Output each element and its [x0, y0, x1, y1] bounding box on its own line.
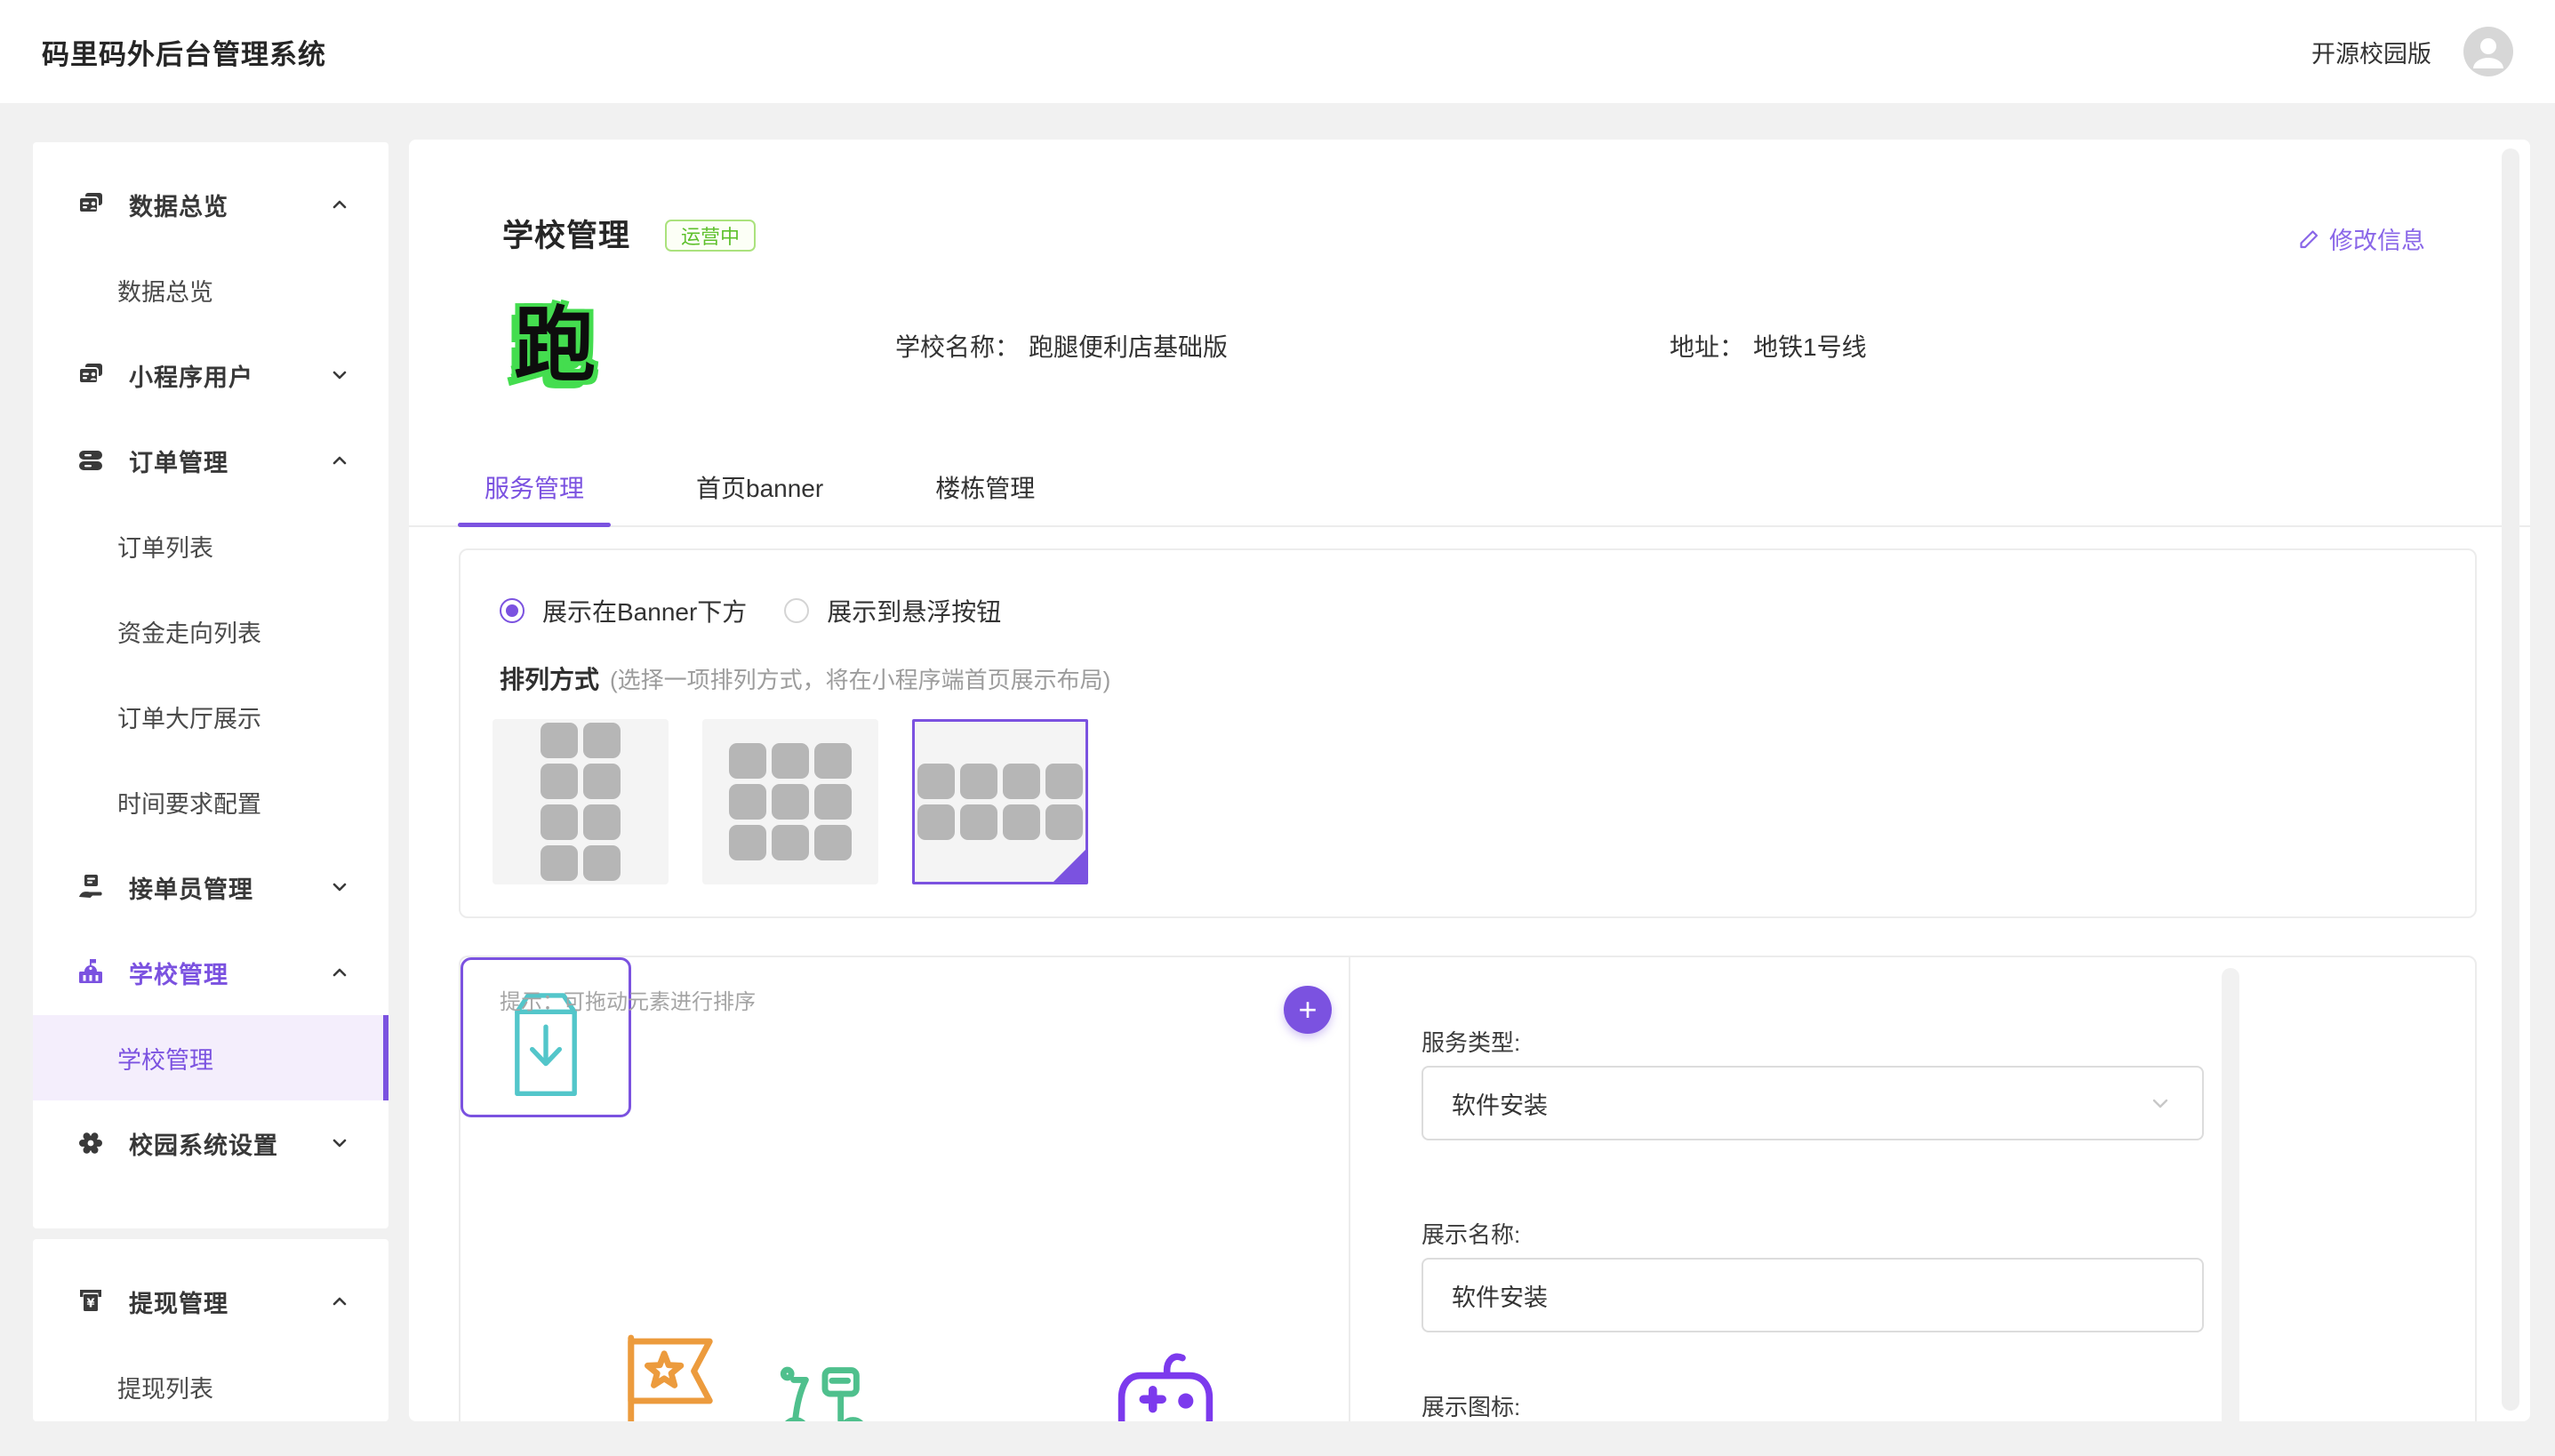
- sidebar-item-label: 小程序用户: [129, 358, 253, 393]
- school-logo: 跑: [514, 301, 596, 391]
- chevron-down-icon: [330, 1133, 349, 1153]
- sidebar-subitem-label: 时间要求配置: [117, 785, 261, 820]
- add-service-button[interactable]: +: [1284, 986, 1332, 1034]
- sidebar-subitem-label: 提现列表: [117, 1370, 213, 1404]
- display-icon-label: 展示图标:: [1422, 1389, 1520, 1421]
- display-mode-radio-group: 展示在Banner下方 展示到悬浮按钮: [500, 593, 1001, 628]
- layout-mode-hint: (选择一项排列方式，将在小程序端首页展示布局): [610, 662, 1110, 695]
- scooter-icon[interactable]: [773, 1348, 875, 1421]
- user-avatar[interactable]: [2463, 27, 2513, 76]
- svg-text:¥: ¥: [86, 1298, 94, 1311]
- selected-service-card[interactable]: [461, 957, 631, 1117]
- tab-bar: 服务管理 首页banner 楼栋管理: [409, 449, 2530, 527]
- sidebar-item-mini-program-users[interactable]: 小程序用户: [33, 332, 388, 418]
- chevron-up-icon: [330, 195, 349, 214]
- radio-floating-button[interactable]: [784, 598, 809, 623]
- sidebar-item-data-overview[interactable]: 数据总览: [33, 162, 388, 247]
- sidebar-item-label: 订单管理: [129, 444, 228, 478]
- page-scrollbar[interactable]: [2502, 148, 2519, 1411]
- flag-icon[interactable]: [619, 1329, 724, 1421]
- layout-option-3col[interactable]: [702, 719, 878, 884]
- sidebar-item-withdraw-management[interactable]: ¥ 提现管理: [33, 1259, 388, 1344]
- sidebar-item-courier-management[interactable]: 接单员管理: [33, 844, 388, 930]
- form-scrollbar[interactable]: [2222, 968, 2239, 1421]
- chevron-up-icon: [330, 963, 349, 982]
- sidebar-subitem-label: 订单大厅展示: [117, 700, 261, 734]
- drag-hint: 提示：可拖动元素进行排序: [500, 984, 756, 1015]
- tab-building-management[interactable]: 楼栋管理: [909, 449, 1061, 525]
- sidebar-subitem-data-overview[interactable]: 数据总览: [33, 247, 388, 332]
- sidebar-subitem-label: 学校管理: [117, 1041, 213, 1076]
- sortable-services-panel: 提示：可拖动元素进行排序 +: [461, 957, 1350, 1421]
- service-type-select[interactable]: 软件安装: [1422, 1066, 2204, 1140]
- gear-icon: [76, 1128, 106, 1158]
- chevron-up-icon: [330, 451, 349, 470]
- sidebar-subitem-school-management[interactable]: 学校管理: [33, 1015, 388, 1100]
- app-title: 码里码外后台管理系统: [42, 32, 326, 72]
- service-type-label: 服务类型:: [1422, 1025, 1520, 1058]
- tab-service-management[interactable]: 服务管理: [458, 449, 611, 525]
- service-edit-box: 提示：可拖动元素进行排序 +: [459, 956, 2477, 1421]
- layout-option-4col-selected[interactable]: [912, 719, 1088, 884]
- edit-info-link[interactable]: 修改信息: [2298, 221, 2425, 256]
- school-name-value: 跑腿便利店基础版: [1029, 333, 1228, 361]
- tab-home-banner[interactable]: 首页banner: [669, 449, 850, 525]
- layout-mode-title: 排列方式: [500, 660, 599, 696]
- layout-option-2col[interactable]: [493, 719, 669, 884]
- sidebar-subitem-order-hall[interactable]: 订单大厅展示: [33, 674, 388, 759]
- radio-floating-button-label: 展示到悬浮按钮: [827, 593, 1001, 628]
- withdraw-icon: ¥: [76, 1286, 106, 1316]
- edition-label: 开源校园版: [2311, 35, 2431, 69]
- chevron-down-icon: [330, 877, 349, 897]
- pencil-icon: [2298, 228, 2321, 251]
- address-field: 地址： 地铁1号线: [1670, 328, 1867, 364]
- radio-under-banner-label: 展示在Banner下方: [542, 593, 747, 628]
- sidebar-item-label: 提现管理: [129, 1284, 228, 1319]
- display-name-value: 软件安装: [1452, 1278, 1548, 1313]
- status-badge: 运营中: [665, 220, 756, 252]
- hand-doc-icon: [76, 872, 106, 902]
- sidebar-subitem-label: 数据总览: [117, 273, 213, 308]
- id-card-icon: [76, 189, 106, 220]
- radio-under-banner[interactable]: [500, 598, 525, 623]
- sidebar: 数据总览 数据总览 小程序用户 订单管理 订单列表 资金走向列表 订单大厅展示 …: [33, 142, 388, 1228]
- sidebar-item-order-management[interactable]: 订单管理: [33, 418, 388, 503]
- sidebar-subitem-label: 订单列表: [117, 529, 213, 564]
- sidebar-item-label: 数据总览: [129, 188, 228, 222]
- sidebar-subitem-fund-flow-list[interactable]: 资金走向列表: [33, 588, 388, 674]
- game-controller-icon[interactable]: [1115, 1345, 1216, 1421]
- sidebar-subitem-withdraw-list[interactable]: 提现列表: [33, 1344, 388, 1421]
- chevron-down-icon: [2147, 1090, 2174, 1116]
- sidebar-subitem-order-list[interactable]: 订单列表: [33, 503, 388, 588]
- display-name-label: 展示名称:: [1422, 1217, 1520, 1250]
- sidebar-item-school-management[interactable]: 学校管理: [33, 930, 388, 1015]
- school-icon: [76, 957, 106, 988]
- address-value: 地铁1号线: [1753, 333, 1867, 361]
- page-title: 学校管理: [502, 211, 630, 256]
- main-panel: 学校管理 运营中 修改信息 跑 学校名称： 跑腿便利店基础版 地址： 地铁1号线 服…: [409, 140, 2530, 1421]
- sidebar-subitem-time-config[interactable]: 时间要求配置: [33, 759, 388, 844]
- layout-thumbnails: [493, 719, 1088, 884]
- service-type-value: 软件安装: [1452, 1086, 1548, 1121]
- sidebar-item-label: 接单员管理: [129, 870, 253, 905]
- display-name-input[interactable]: 软件安装: [1422, 1258, 2204, 1332]
- sidebar-item-campus-system-settings[interactable]: 校园系统设置: [33, 1100, 388, 1186]
- id-card-icon: [76, 360, 106, 390]
- edit-info-label: 修改信息: [2329, 221, 2425, 256]
- address-label: 地址：: [1670, 333, 1744, 361]
- chevron-up-icon: [330, 1292, 349, 1311]
- sidebar-bottom: ¥ 提现管理 提现列表: [33, 1239, 388, 1421]
- display-settings-box: 展示在Banner下方 展示到悬浮按钮 排列方式 (选择一项排列方式，将在小程序…: [459, 548, 2477, 918]
- layout-mode-row: 排列方式 (选择一项排列方式，将在小程序端首页展示布局): [500, 660, 1110, 696]
- app-bar: 码里码外后台管理系统 开源校园版: [0, 0, 2555, 103]
- school-name-field: 学校名称： 跑腿便利店基础版: [895, 328, 1228, 364]
- drawer-icon: [76, 445, 106, 476]
- sidebar-item-label: 学校管理: [129, 956, 228, 990]
- chevron-down-icon: [330, 365, 349, 385]
- person-icon: [2463, 27, 2513, 76]
- sidebar-subitem-label: 资金走向列表: [117, 614, 261, 649]
- sidebar-item-label: 校园系统设置: [129, 1126, 278, 1161]
- school-name-label: 学校名称：: [895, 333, 1020, 361]
